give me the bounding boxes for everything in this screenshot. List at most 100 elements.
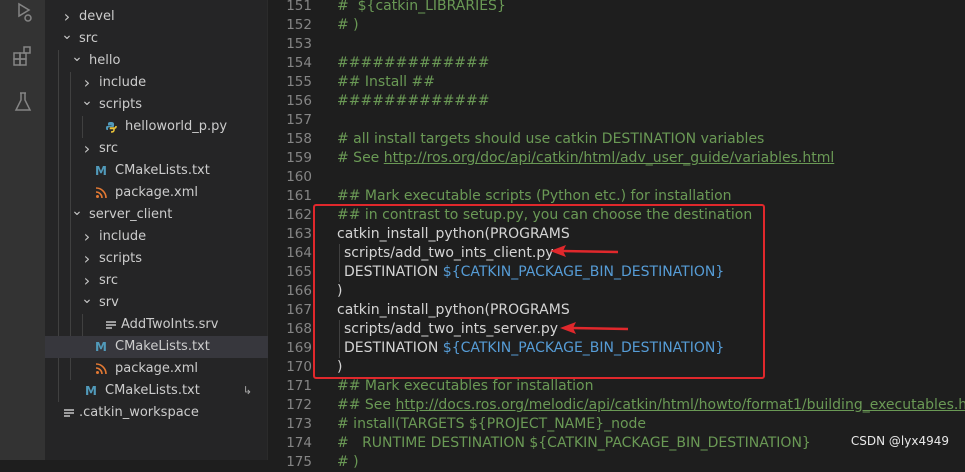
activity-bar: [0, 0, 45, 460]
code-text: # ): [337, 453, 359, 472]
arrow-client: [550, 245, 619, 257]
tree-file[interactable]: helloworld_p.py: [45, 116, 268, 138]
code-line[interactable]: 173 # install(TARGETS ${PROJECT_NAME}_nod…: [268, 415, 965, 434]
line-number: 159: [286, 150, 312, 166]
tree-folder[interactable]: ⌄ server_client: [45, 204, 268, 226]
tree-item-label: scripts: [99, 251, 142, 266]
chevron-right-icon[interactable]: ›: [79, 270, 95, 292]
tree-folder[interactable]: › scripts: [45, 248, 268, 270]
tree-item-label: CMakeLists.txt: [115, 163, 210, 178]
code-token: # ${catkin_LIBRARIES}: [337, 0, 506, 14]
line-number: 173: [286, 416, 312, 432]
line-number: 154: [286, 55, 312, 71]
tree-folder[interactable]: ⌄ hello: [45, 50, 268, 72]
line-number: 171: [286, 378, 312, 394]
tree-folder[interactable]: ⌄ scripts: [45, 94, 268, 116]
tree-item-label: package.xml: [115, 361, 198, 376]
tree-item-label: srv: [99, 295, 119, 310]
code-token: ## Install ##: [337, 74, 435, 90]
tree-item-label: CMakeLists.txt: [105, 383, 200, 398]
code-line[interactable]: 154 #############: [268, 54, 965, 73]
code-text: # ${catkin_LIBRARIES}: [337, 0, 506, 16]
code-line[interactable]: 151 # ${catkin_LIBRARIES}: [268, 0, 965, 16]
text-file-icon: [105, 314, 117, 336]
code-line[interactable]: 160: [268, 168, 965, 187]
code-line[interactable]: 158 # all install targets should use catk…: [268, 130, 965, 149]
git-status-badge: ↳: [242, 384, 252, 397]
rss-xml-icon: [95, 182, 107, 204]
code-token: ## Mark executable scripts (Python etc.)…: [337, 188, 732, 204]
tree-folder[interactable]: › include: [45, 226, 268, 248]
tree-item-label: include: [99, 75, 147, 90]
code-text: ## Mark executables for installation: [337, 377, 594, 396]
chevron-down-icon[interactable]: ⌄: [79, 94, 95, 116]
arrow-server: [560, 322, 629, 334]
code-token: # ): [337, 17, 359, 33]
line-number: 166: [286, 283, 312, 299]
chevron-down-icon[interactable]: ⌄: [59, 28, 75, 50]
chevron-down-icon[interactable]: ⌄: [69, 50, 85, 72]
line-number: 165: [286, 264, 312, 280]
chevron-right-icon[interactable]: ›: [79, 226, 95, 248]
python-icon: [105, 116, 117, 138]
code-token: # ): [337, 454, 359, 470]
line-number: 170: [286, 359, 312, 375]
code-link[interactable]: http://docs.ros.org/melodic/api/catkin/h…: [395, 397, 965, 413]
tree-file[interactable]: package.xml: [45, 182, 268, 204]
tree-folder[interactable]: › src: [45, 138, 268, 160]
tree-file[interactable]: M CMakeLists.txt: [45, 160, 268, 182]
tree-file[interactable]: M CMakeLists.txt ↳: [45, 380, 268, 402]
code-line[interactable]: 155 ## Install ##: [268, 73, 965, 92]
tree-item-label: package.xml: [115, 185, 198, 200]
code-line[interactable]: 156 #############: [268, 92, 965, 111]
chevron-right-icon[interactable]: ›: [79, 72, 95, 94]
tree-folder[interactable]: ⌄ srv: [45, 292, 268, 314]
tree-file[interactable]: .catkin_workspace: [45, 402, 268, 424]
code-text: #############: [337, 92, 490, 111]
code-token: # See: [337, 150, 384, 166]
line-number: 153: [286, 36, 312, 52]
code-token: #############: [337, 93, 490, 109]
code-token: # RUNTIME DESTINATION ${CATKIN_PACKAGE_B…: [337, 435, 811, 451]
line-number: 168: [286, 321, 312, 337]
tree-folder[interactable]: › include: [45, 72, 268, 94]
highlight-box: [313, 204, 765, 379]
chevron-right-icon[interactable]: ›: [79, 248, 95, 270]
rss-xml-icon: [95, 358, 107, 380]
code-token: # all install targets should use catkin …: [337, 131, 765, 147]
tree-folder[interactable]: › src: [45, 270, 268, 292]
tree-file[interactable]: package.xml: [45, 358, 268, 380]
code-text: # See http://ros.org/doc/api/catkin/html…: [337, 149, 834, 168]
line-number: 174: [286, 435, 312, 451]
extensions-icon[interactable]: [0, 36, 45, 76]
code-line[interactable]: 153: [268, 35, 965, 54]
chevron-down-icon[interactable]: ⌄: [79, 292, 95, 314]
tree-file[interactable]: AddTwoInts.srv: [45, 314, 268, 336]
tree-item-label: devel: [79, 9, 115, 24]
testing-flask-icon[interactable]: [0, 82, 45, 122]
code-text: # ): [337, 16, 359, 35]
code-line[interactable]: 157: [268, 111, 965, 130]
code-line[interactable]: 172 ## See http://docs.ros.org/melodic/ap…: [268, 396, 965, 415]
chevron-right-icon[interactable]: ›: [59, 6, 75, 28]
code-line[interactable]: 159 # See http://ros.org/doc/api/catkin/h…: [268, 149, 965, 168]
code-text: ## Install ##: [337, 73, 435, 92]
watermark: CSDN @lyx4949: [850, 434, 949, 448]
tree-item-label: include: [99, 229, 147, 244]
code-line[interactable]: 171 ## Mark executables for installation: [268, 377, 965, 396]
code-token: ## Mark executables for installation: [337, 378, 594, 394]
line-number: 164: [286, 245, 312, 261]
code-link[interactable]: http://ros.org/doc/api/catkin/html/adv_u…: [384, 150, 835, 166]
tree-file[interactable]: M CMakeLists.txt: [45, 336, 268, 358]
tree-item-label: CMakeLists.txt: [115, 339, 210, 354]
chevron-down-icon[interactable]: ⌄: [69, 204, 85, 226]
chevron-right-icon[interactable]: ›: [79, 138, 95, 160]
line-number: 162: [286, 207, 312, 223]
code-line[interactable]: 175 # ): [268, 453, 965, 472]
tree-item-label: AddTwoInts.srv: [121, 317, 219, 332]
run-debug-icon[interactable]: [0, 0, 45, 32]
line-number: 152: [286, 17, 312, 33]
tree-folder[interactable]: › devel: [45, 6, 268, 28]
tree-folder[interactable]: ⌄ src: [45, 28, 268, 50]
code-line[interactable]: 152 # ): [268, 16, 965, 35]
